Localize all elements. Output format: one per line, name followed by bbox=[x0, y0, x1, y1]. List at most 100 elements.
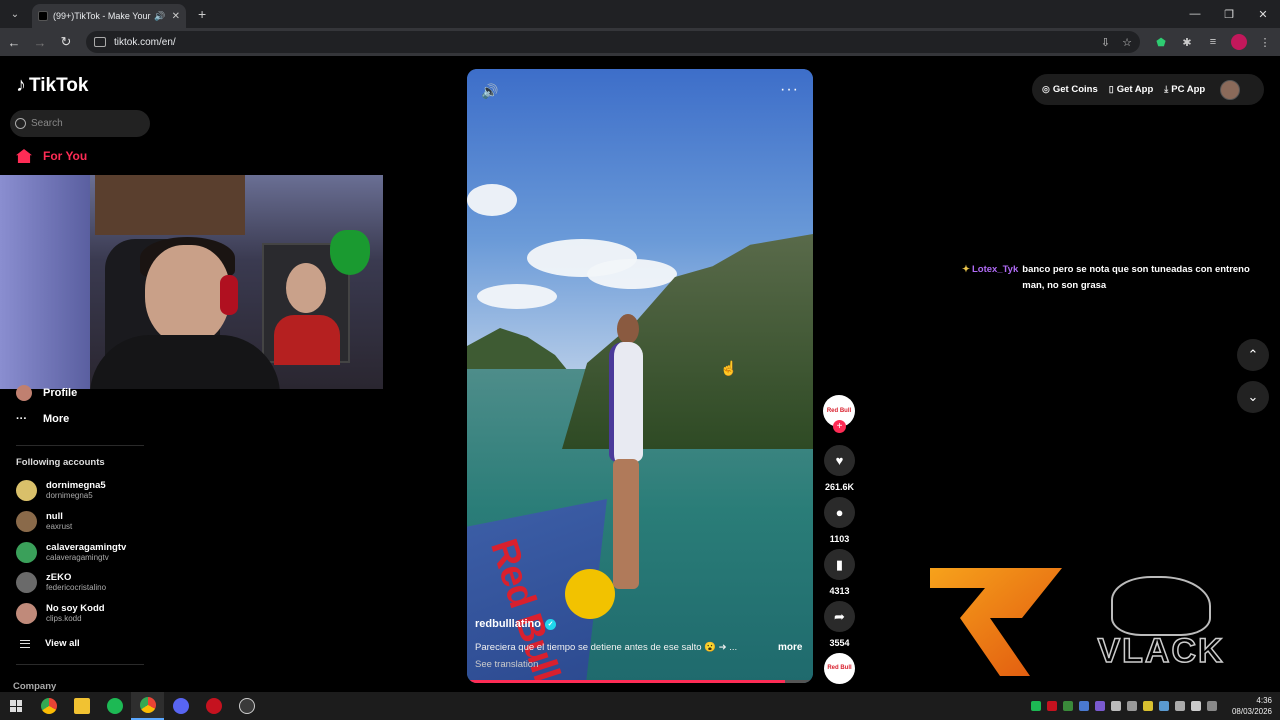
user-avatar[interactable] bbox=[1220, 79, 1241, 100]
windows-taskbar: 4:36 08/03/2026 bbox=[0, 692, 1280, 720]
next-video-button[interactable]: ⌄ bbox=[1237, 381, 1269, 413]
site-info-icon[interactable] bbox=[94, 37, 106, 47]
close-tab-icon[interactable]: ✕ bbox=[172, 11, 180, 22]
extensions-puzzle-icon[interactable]: ✱ bbox=[1174, 36, 1200, 49]
tray-spotify-icon[interactable] bbox=[1031, 701, 1041, 711]
browser-tab[interactable]: (99+)TikTok - Make Your Da 🔊 ✕ bbox=[32, 4, 186, 28]
tray-network-icon[interactable] bbox=[1079, 701, 1089, 711]
chat-text: banco pero se nota que son tuneadas con … bbox=[1022, 264, 1250, 291]
like-action[interactable]: ♥ 261.6K bbox=[823, 445, 856, 492]
comment-action[interactable]: ● 1103 bbox=[823, 497, 856, 544]
tray-app2-icon[interactable] bbox=[1095, 701, 1105, 711]
pc-app-label: PC App bbox=[1171, 84, 1206, 95]
tray-app-icon[interactable] bbox=[1047, 701, 1057, 711]
account-handle: dornimegna5 bbox=[46, 491, 93, 500]
get-app-button[interactable]: ▯ Get App bbox=[1109, 84, 1154, 95]
avatar bbox=[16, 572, 37, 593]
tray-volume-icon[interactable] bbox=[1191, 701, 1201, 711]
sidebar-item-label: More bbox=[43, 413, 70, 425]
creator-badge-text: Red Bull bbox=[827, 665, 852, 671]
search-placeholder: Search bbox=[31, 118, 63, 129]
list-item[interactable]: zEKO federicocristalino bbox=[16, 572, 106, 593]
coin-icon: ◎ bbox=[1042, 84, 1050, 94]
follow-plus-button[interactable]: + bbox=[833, 420, 846, 433]
red-app-icon[interactable] bbox=[197, 692, 230, 720]
sidebar-item-label: Profile bbox=[43, 387, 78, 399]
windows-logo-icon bbox=[10, 700, 22, 712]
new-tab-button[interactable]: + bbox=[198, 6, 206, 22]
tray-steam-icon[interactable] bbox=[1159, 701, 1169, 711]
following-accounts-header: Following accounts bbox=[16, 457, 105, 468]
reload-button[interactable]: ↻ bbox=[54, 30, 78, 54]
video-options-icon[interactable]: ··· bbox=[780, 81, 799, 99]
tab-title: (99+)TikTok - Make Your Da bbox=[53, 11, 151, 21]
share-count: 3554 bbox=[829, 638, 850, 648]
share-action[interactable]: ➦ 3554 bbox=[823, 601, 856, 648]
browser-menu-icon[interactable]: ⋮ bbox=[1252, 36, 1278, 49]
volume-icon[interactable]: 🔊 bbox=[481, 83, 498, 100]
tab-search-button[interactable]: ⌄ bbox=[4, 3, 26, 25]
obs-icon[interactable] bbox=[230, 692, 263, 720]
chrome-taskbar-icon[interactable] bbox=[32, 692, 65, 720]
green-mask bbox=[330, 230, 370, 275]
bookmark-star-icon[interactable]: ☆ bbox=[1122, 36, 1132, 49]
avatar bbox=[16, 542, 37, 563]
get-coins-button[interactable]: ◎ Get Coins bbox=[1042, 84, 1098, 95]
address-bar[interactable]: tiktok.com/en/ ⇩ ☆ bbox=[86, 31, 1140, 53]
save-action[interactable]: ▮ 4313 bbox=[823, 549, 856, 596]
video-author[interactable]: redbulllatino ✓ bbox=[475, 618, 556, 630]
close-window-button[interactable]: ✕ bbox=[1246, 0, 1280, 28]
install-app-icon[interactable]: ⇩ bbox=[1101, 36, 1110, 49]
file-explorer-icon[interactable] bbox=[65, 692, 98, 720]
forward-button[interactable]: → bbox=[28, 30, 52, 54]
list-item[interactable]: null eaxrust bbox=[16, 511, 72, 532]
tray-battery-icon[interactable] bbox=[1207, 701, 1217, 711]
search-input[interactable]: Search bbox=[10, 110, 150, 137]
tray-nvidia-icon[interactable] bbox=[1063, 701, 1073, 711]
audio-playing-icon[interactable]: 🔊 bbox=[154, 11, 165, 22]
chat-username: Lotex_Tyk bbox=[971, 264, 1019, 275]
video-progress-bar[interactable] bbox=[467, 680, 813, 683]
view-all-button[interactable]: View all bbox=[20, 638, 80, 649]
see-translation-link[interactable]: See translation bbox=[475, 659, 538, 670]
restore-button[interactable]: ❐ bbox=[1212, 0, 1246, 28]
heart-icon[interactable]: ♥ bbox=[824, 445, 855, 476]
pc-app-button[interactable]: ⤓ PC App bbox=[1164, 84, 1205, 95]
media-control-icon[interactable]: ≡ bbox=[1200, 36, 1226, 48]
sidebar-item-more[interactable]: ··· More bbox=[16, 413, 69, 425]
bookmark-icon[interactable]: ▮ bbox=[824, 549, 855, 580]
back-button[interactable]: ← bbox=[2, 30, 26, 54]
comment-icon[interactable]: ● bbox=[824, 497, 855, 528]
tiktok-note-icon: ♪ bbox=[16, 74, 26, 96]
sidebar-item-profile[interactable]: Profile bbox=[16, 385, 77, 401]
sound-disc-avatar[interactable]: Red Bull bbox=[824, 653, 855, 684]
tiktok-logo[interactable]: ♪ TikTok bbox=[16, 74, 88, 97]
company-link[interactable]: Company bbox=[13, 681, 56, 692]
profile-avatar-icon[interactable] bbox=[1231, 34, 1247, 50]
sidebar-item-for-you[interactable]: For You bbox=[16, 149, 87, 163]
start-button[interactable] bbox=[0, 700, 32, 712]
description-more-button[interactable]: more bbox=[778, 642, 802, 653]
tray-wifi-icon[interactable] bbox=[1175, 701, 1185, 711]
video-progress-fill bbox=[467, 680, 786, 683]
minimize-button[interactable]: — bbox=[1178, 0, 1212, 28]
previous-video-button[interactable]: ⌃ bbox=[1237, 339, 1269, 371]
tray-controller-icon[interactable] bbox=[1127, 701, 1137, 711]
taskbar-clock[interactable]: 4:36 08/03/2026 bbox=[1232, 695, 1272, 717]
download-icon: ⤓ bbox=[1164, 84, 1169, 94]
mouse-cursor-icon: ☝ bbox=[720, 360, 738, 376]
chrome-active-icon[interactable] bbox=[131, 692, 164, 720]
spotify-icon[interactable] bbox=[98, 692, 131, 720]
extension-shield-icon[interactable]: ⬟ bbox=[1148, 36, 1174, 49]
list-item[interactable]: No soy Kodd clips.kodd bbox=[16, 603, 105, 624]
chat-badge-icon: ✦ bbox=[962, 264, 970, 275]
tray-discord-icon[interactable] bbox=[1111, 701, 1121, 711]
list-item[interactable]: calaveragamingtv calaveragamingtv bbox=[16, 542, 126, 563]
tray-app3-icon[interactable] bbox=[1143, 701, 1153, 711]
video-player[interactable]: Red Bull 🔊 ··· redbulllatino ✓ Pareciera… bbox=[467, 69, 813, 683]
account-name: null bbox=[46, 511, 63, 522]
share-icon[interactable]: ➦ bbox=[824, 601, 855, 632]
list-item[interactable]: dornimegna5 dornimegna5 bbox=[16, 480, 106, 501]
discord-icon[interactable] bbox=[164, 692, 197, 720]
account-handle: federicocristalino bbox=[46, 583, 107, 592]
